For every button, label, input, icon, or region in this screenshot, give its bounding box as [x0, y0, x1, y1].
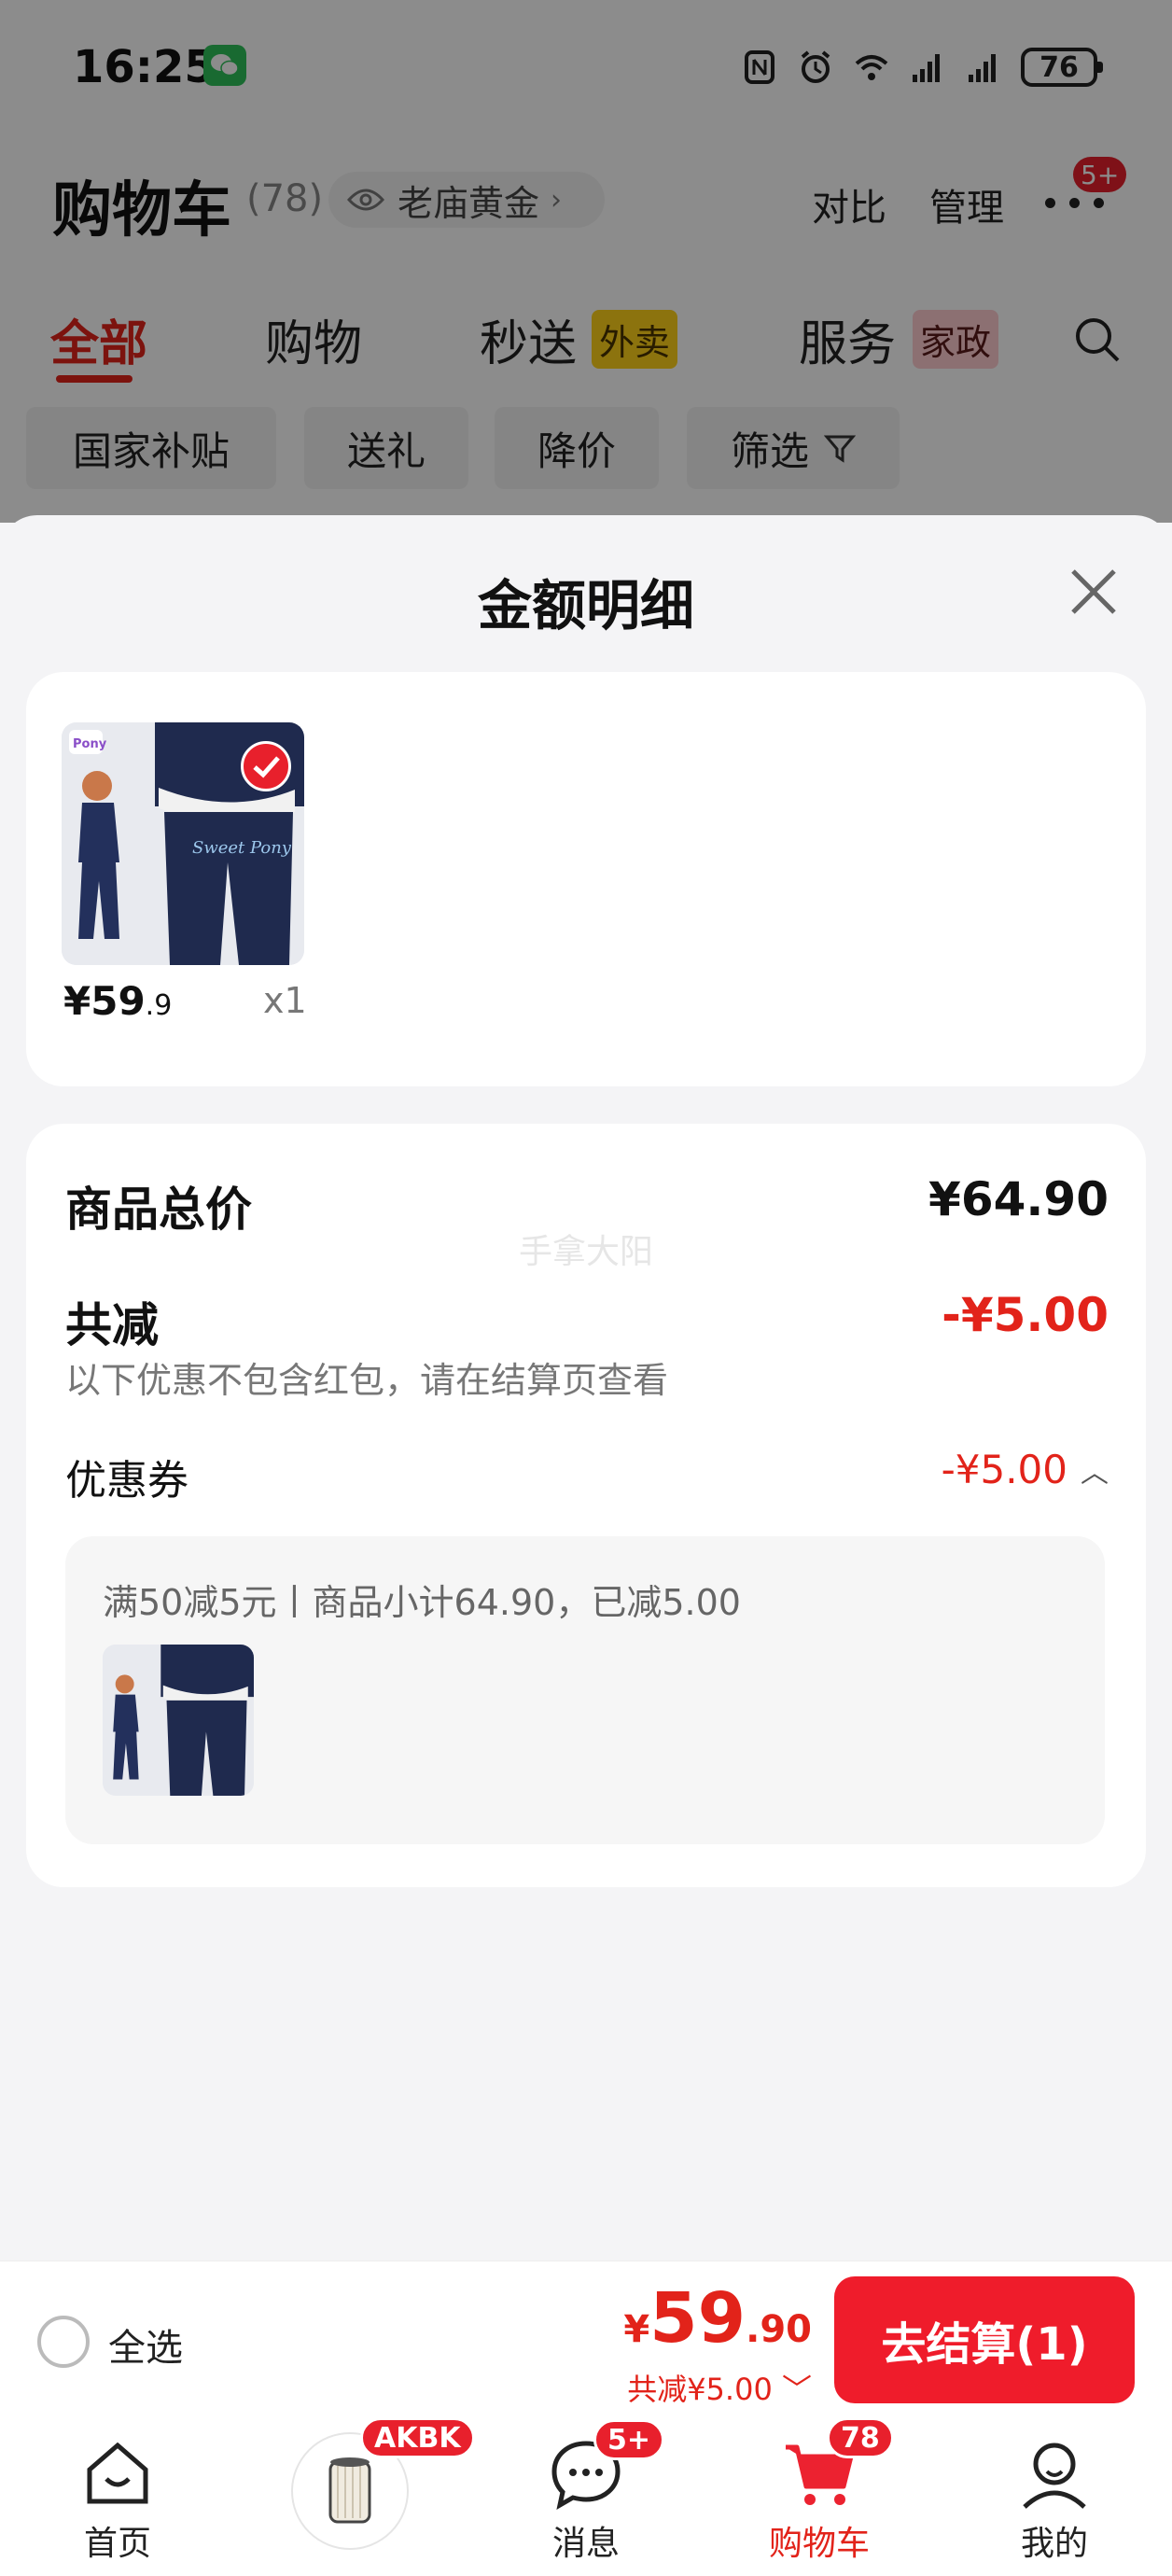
coupon-toggle[interactable]: -¥5.00 ︿: [942, 1447, 1109, 1492]
coupon-detail-box: 满50减5元丨商品小计64.90，已减5.00: [65, 1536, 1105, 1844]
discount-label: 共减: [65, 1298, 159, 1352]
coupon-product-thumbnail: [103, 1645, 254, 1796]
tab-messages-label: 消息: [551, 2525, 620, 2563]
total-price-value: ¥64.90: [928, 1172, 1109, 1226]
sheet-title: 金额明细: [477, 574, 694, 637]
tab-mine[interactable]: 我的: [956, 2417, 1142, 2576]
checkout-total: ¥59.90: [623, 2278, 812, 2359]
modal-backdrop[interactable]: [0, 0, 1172, 523]
checkout-discount[interactable]: 共减¥5.00 ﹀: [627, 2366, 812, 2409]
chevron-up-icon: ︿: [1081, 1456, 1109, 1490]
item-price-main: ¥59: [63, 978, 146, 1024]
checkout-button[interactable]: 去结算(1): [834, 2276, 1135, 2403]
discount-value: -¥5.00: [942, 1288, 1109, 1342]
amount-detail-sheet: 金额明细 Sweet Pony Pony ¥59.9 x1 商品总价 ¥64.9…: [0, 515, 1172, 2261]
home-icon: [87, 2442, 148, 2504]
price-breakdown-card: 商品总价 ¥64.90 手拿大阳 共减 -¥5.00 以下优惠不包含红包，请在结…: [26, 1124, 1146, 1887]
product-image[interactable]: Sweet Pony Pony: [62, 722, 304, 965]
total-yen: ¥: [623, 2308, 650, 2351]
watermark: 手拿大阳: [518, 1233, 653, 1271]
promo-badge: AKBK: [360, 2417, 475, 2458]
checkout-discount-label: 共减¥5.00: [627, 2372, 773, 2407]
chevron-down-icon: ﹀: [781, 2372, 812, 2407]
messages-badge: 5+: [593, 2419, 665, 2460]
coupon-label: 优惠券: [65, 1457, 188, 1505]
coupon-description: 满50减5元丨商品小计64.90，已减5.00: [103, 1582, 741, 1623]
svg-text:Sweet Pony: Sweet Pony: [192, 838, 292, 858]
coupon-value: -¥5.00: [941, 1447, 1067, 1492]
total-main: 59: [649, 2278, 746, 2359]
checkout-bar: 全选 ¥59.90 共减¥5.00 ﹀ 去结算(1): [0, 2261, 1172, 2417]
item-price-cents: .9: [145, 989, 173, 1022]
cart-badge: 78: [827, 2417, 894, 2458]
select-all-checkbox[interactable]: [37, 2316, 90, 2368]
select-all-label[interactable]: 全选: [108, 2317, 183, 2372]
tab-home[interactable]: 首页: [19, 2417, 205, 2576]
item-quantity: x1: [263, 980, 307, 1021]
tab-cart-label: 购物车: [768, 2525, 870, 2563]
bottom-tab-bar: 首页 AKBK 消息 5+ 购物车 78 我的: [0, 2417, 1172, 2576]
user-icon: [1023, 2443, 1086, 2509]
total-cents: .90: [746, 2308, 812, 2351]
svg-text:Pony: Pony: [73, 737, 107, 751]
item-card: Sweet Pony Pony ¥59.9 x1: [26, 672, 1146, 1086]
tab-home-label: 首页: [83, 2525, 151, 2563]
close-icon[interactable]: [1064, 562, 1123, 622]
tab-mine-label: 我的: [1020, 2525, 1088, 2563]
item-price: ¥59.9: [63, 978, 172, 1024]
discount-note: 以下优惠不包含红包，请在结算页查看: [65, 1360, 669, 1401]
selected-check-icon: [241, 741, 291, 791]
